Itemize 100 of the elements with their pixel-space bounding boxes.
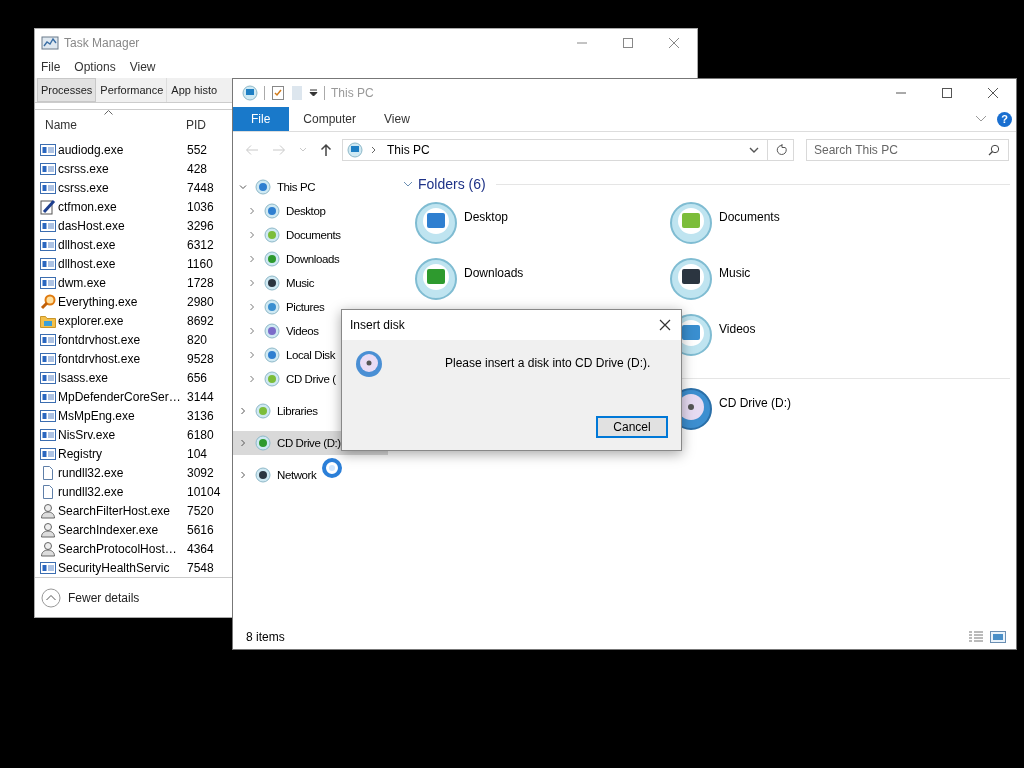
help-button[interactable]: ? <box>997 111 1012 127</box>
process-name: explorer.exe <box>58 313 125 328</box>
process-pid: 3136 <box>187 408 214 423</box>
window-title: Task Manager <box>64 35 140 50</box>
file-icon <box>40 464 56 481</box>
details-view-icon[interactable] <box>968 631 984 643</box>
app-window-icon <box>40 408 56 423</box>
chevron-icon <box>239 471 247 479</box>
properties-icon[interactable] <box>271 85 285 101</box>
process-name: Everything.exe <box>58 294 139 309</box>
app-window-icon <box>40 560 56 575</box>
process-pid: 7520 <box>187 503 214 518</box>
cancel-button[interactable]: Cancel <box>596 416 668 438</box>
computer-icon <box>347 142 363 158</box>
tree-item[interactable]: Network <box>233 463 388 487</box>
computer-icon <box>242 85 258 101</box>
column-header[interactable]: Name <box>45 118 186 132</box>
process-name: dasHost.exe <box>58 218 126 233</box>
search-field[interactable]: Search This PC <box>806 139 1009 161</box>
up-arrow-icon[interactable] <box>320 143 332 157</box>
folder-tile[interactable]: Downloads <box>414 257 669 313</box>
tree-item[interactable]: Desktop <box>233 199 388 223</box>
menu-item[interactable]: File <box>41 60 61 74</box>
ribbon-tab[interactable]: Computer <box>289 107 371 131</box>
round-icon <box>264 347 280 363</box>
fewer-details-button[interactable]: Fewer details <box>41 588 140 608</box>
chevron-icon <box>248 375 256 383</box>
folder-tile[interactable]: Music <box>669 257 924 313</box>
tree-item[interactable]: Music <box>233 271 388 295</box>
group-title[interactable]: Folders (6) <box>418 176 486 192</box>
app-window-icon <box>40 351 56 366</box>
round-icon <box>264 323 280 339</box>
app-window-icon <box>40 161 56 176</box>
tree-item[interactable]: Documents <box>233 223 388 247</box>
search-icon <box>988 144 1000 156</box>
ribbon-tab[interactable]: View <box>370 107 424 131</box>
maximize-icon[interactable] <box>941 87 953 99</box>
process-pid: 1160 <box>187 256 213 271</box>
process-pid: 3296 <box>187 218 214 233</box>
dropdown-icon[interactable] <box>749 147 759 153</box>
app-window-icon <box>40 389 56 404</box>
round-icon <box>255 179 271 195</box>
window-title: This PC <box>331 86 374 100</box>
sort-caret-icon <box>104 110 113 115</box>
process-name: MsMpEng.exe <box>58 408 136 423</box>
tab[interactable]: Processes <box>37 78 97 102</box>
process-name: rundll32.exe <box>58 484 125 499</box>
process-name: csrss.exe <box>58 180 110 195</box>
process-name: SearchProtocolHost… <box>58 541 178 556</box>
process-name: ctfmon.exe <box>58 199 118 214</box>
expand-ribbon-icon[interactable] <box>975 115 987 123</box>
chevron-icon <box>248 351 256 359</box>
chevron-icon <box>239 407 247 415</box>
round-folder-icon <box>414 201 458 245</box>
collapse-chevron-icon[interactable] <box>403 180 413 188</box>
process-name: Registry <box>58 446 103 461</box>
tab[interactable]: Performance <box>97 78 168 102</box>
status-text: 8 items <box>246 630 285 644</box>
chevron-icon <box>239 183 247 191</box>
process-pid: 104 <box>187 446 208 461</box>
process-pid: 7448 <box>187 180 214 195</box>
process-pid: 1728 <box>187 275 214 290</box>
app-window-icon <box>40 446 56 461</box>
maximize-icon[interactable] <box>622 36 634 49</box>
app-window-icon <box>40 218 56 233</box>
dropdown-caret-icon[interactable] <box>309 89 318 97</box>
file-icon <box>40 483 56 500</box>
app-window-icon <box>40 370 56 385</box>
large-icons-view-icon[interactable] <box>990 631 1006 643</box>
chart-window-icon <box>41 34 59 51</box>
app-window-icon <box>40 427 56 442</box>
tree-item[interactable]: Downloads <box>233 247 388 271</box>
round-icon <box>255 435 271 451</box>
ribbon-tab[interactable]: File <box>233 107 290 131</box>
process-pid: 552 <box>187 142 208 157</box>
process-pid: 820 <box>187 332 208 347</box>
close-icon[interactable] <box>987 87 999 99</box>
process-pid: 1036 <box>187 199 214 214</box>
close-icon[interactable] <box>659 319 671 331</box>
process-name: rundll32.exe <box>58 465 125 480</box>
menu-item[interactable]: Options <box>74 60 116 74</box>
process-pid: 3092 <box>187 465 214 480</box>
folder-tile[interactable]: Desktop <box>414 201 669 257</box>
process-name: SearchFilterHost.exe <box>58 503 172 518</box>
dialog-message: Please insert a disk into CD Drive (D:). <box>445 356 651 370</box>
address-bar[interactable]: This PC <box>342 139 794 161</box>
process-pid: 3144 <box>187 389 214 404</box>
column-header[interactable]: PID <box>186 118 206 132</box>
round-icon <box>264 299 280 315</box>
menu-item[interactable]: View <box>129 60 156 74</box>
round-folder-icon <box>669 201 713 245</box>
tab[interactable]: App histo <box>168 78 218 102</box>
tree-item[interactable]: Pictures <box>233 295 388 319</box>
refresh-icon[interactable] <box>776 144 788 156</box>
app-window-icon <box>40 332 56 347</box>
folder-tile[interactable]: Documents <box>669 201 924 257</box>
app-window-icon <box>40 275 56 290</box>
process-pid: 5616 <box>187 522 214 537</box>
tree-item[interactable]: This PC <box>233 175 388 199</box>
process-name: SecurityHealthServic <box>58 560 171 575</box>
